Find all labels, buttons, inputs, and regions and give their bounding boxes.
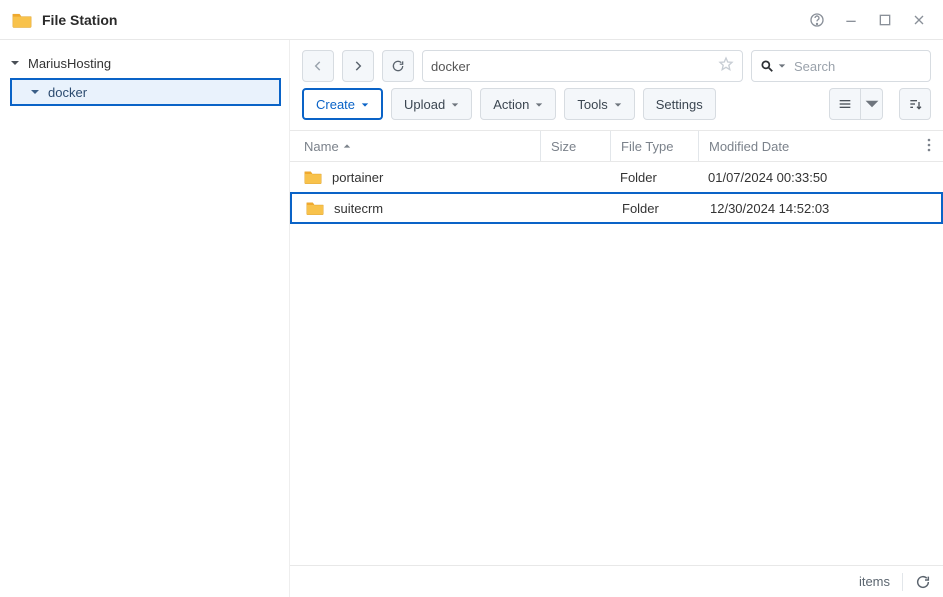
chevron-down-icon xyxy=(361,97,369,112)
folder-tree: MariusHosting docker xyxy=(0,40,290,597)
column-name-label: Name xyxy=(304,139,339,154)
grid-body: portainerFolder01/07/2024 00:33:50suitec… xyxy=(290,162,943,565)
tools-label: Tools xyxy=(577,97,607,112)
folder-icon xyxy=(306,200,324,216)
tree-child-label: docker xyxy=(42,85,87,100)
status-refresh-button[interactable] xyxy=(915,574,931,590)
table-row[interactable]: suitecrm Folder12/30/2024 14:52:03 xyxy=(290,192,943,224)
tree-item-docker[interactable]: docker xyxy=(10,78,281,106)
divider xyxy=(902,573,903,591)
table-row[interactable]: portainer Folder01/07/2024 00:33:50 xyxy=(290,162,943,192)
column-type[interactable]: File Type xyxy=(610,131,698,161)
view-mode-group xyxy=(829,88,883,120)
close-button[interactable] xyxy=(905,6,933,34)
search-dropdown-icon[interactable] xyxy=(778,62,786,70)
help-button[interactable] xyxy=(803,6,831,34)
column-size[interactable]: Size xyxy=(540,131,610,161)
chevron-down-icon xyxy=(535,97,543,112)
chevron-down-icon xyxy=(614,97,622,112)
app-folder-icon xyxy=(10,8,34,32)
maximize-button[interactable] xyxy=(871,6,899,34)
action-toolbar: Create Upload Action Tools Settings xyxy=(290,88,943,130)
column-name[interactable]: Name xyxy=(290,139,540,154)
column-options[interactable] xyxy=(919,138,939,155)
list-view-button[interactable] xyxy=(829,88,861,120)
search-icon xyxy=(760,59,774,73)
file-modified: 12/30/2024 14:52:03 xyxy=(700,201,917,216)
upload-button[interactable]: Upload xyxy=(391,88,472,120)
column-size-label: Size xyxy=(551,139,576,154)
chevron-down-icon xyxy=(30,87,42,97)
back-button[interactable] xyxy=(302,50,334,82)
action-button[interactable]: Action xyxy=(480,88,556,120)
nav-toolbar: docker xyxy=(290,40,943,88)
minimize-button[interactable] xyxy=(837,6,865,34)
refresh-button[interactable] xyxy=(382,50,414,82)
create-button[interactable]: Create xyxy=(302,88,383,120)
sort-asc-icon xyxy=(343,142,351,150)
column-type-label: File Type xyxy=(621,139,674,154)
file-type: Folder xyxy=(610,170,698,185)
column-modified-label: Modified Date xyxy=(709,139,789,154)
item-count-label: items xyxy=(859,574,890,589)
search-input[interactable] xyxy=(751,50,931,82)
tools-button[interactable]: Tools xyxy=(564,88,634,120)
column-modified[interactable]: Modified Date xyxy=(698,131,919,161)
search-field[interactable] xyxy=(792,58,943,75)
path-text: docker xyxy=(431,59,718,74)
tree-root-label: MariusHosting xyxy=(22,56,111,71)
forward-button[interactable] xyxy=(342,50,374,82)
favorite-star-icon[interactable] xyxy=(718,56,734,77)
file-name: suitecrm xyxy=(334,201,383,216)
tree-root-item[interactable]: MariusHosting xyxy=(4,50,281,76)
file-name: portainer xyxy=(332,170,383,185)
settings-button[interactable]: Settings xyxy=(643,88,716,120)
settings-label: Settings xyxy=(656,97,703,112)
titlebar: File Station xyxy=(0,0,943,40)
upload-label: Upload xyxy=(404,97,445,112)
folder-icon xyxy=(304,169,322,185)
create-label: Create xyxy=(316,97,355,112)
file-type: Folder xyxy=(612,201,700,216)
action-label: Action xyxy=(493,97,529,112)
chevron-down-icon xyxy=(10,58,22,68)
grid-header: Name Size File Type Modified Date xyxy=(290,130,943,162)
sort-button[interactable] xyxy=(899,88,931,120)
file-grid: Name Size File Type Modified Date portai… xyxy=(290,130,943,565)
path-input[interactable]: docker xyxy=(422,50,743,82)
status-bar: items xyxy=(290,565,943,597)
file-modified: 01/07/2024 00:33:50 xyxy=(698,170,919,185)
window-title: File Station xyxy=(42,12,117,28)
view-mode-dropdown[interactable] xyxy=(861,88,883,120)
chevron-down-icon xyxy=(451,97,459,112)
